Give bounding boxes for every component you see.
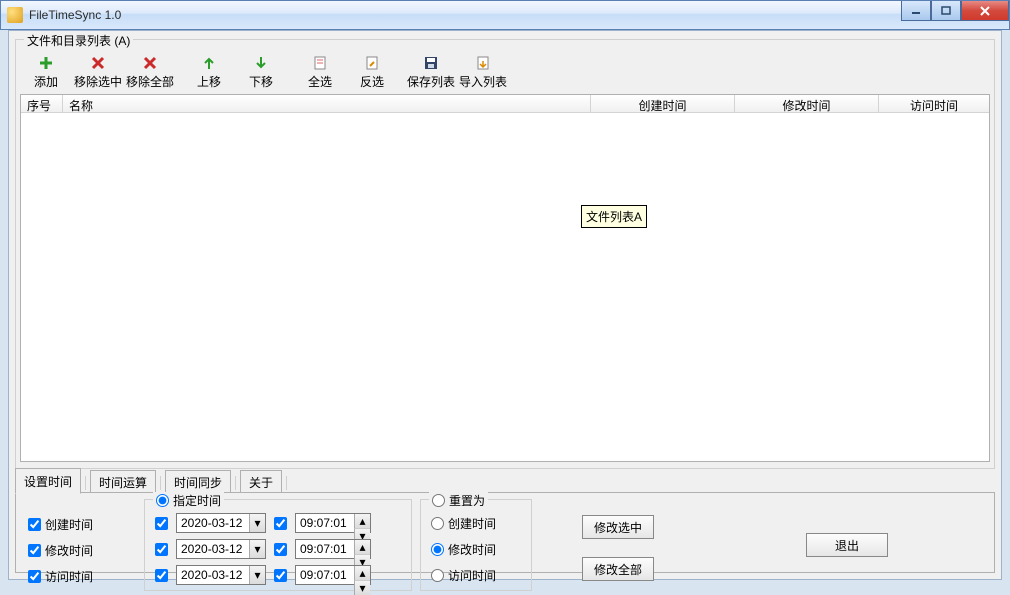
file-list-legend: 文件和目录列表 (A) <box>24 32 133 49</box>
remove-selected-button[interactable]: 移除选中 <box>72 55 124 90</box>
chevron-down-icon: ▾ <box>249 540 265 558</box>
chk-date-2[interactable] <box>155 543 168 556</box>
app-icon <box>7 7 23 23</box>
file-list-group: 文件和目录列表 (A) 添加 移除选中 移除全部 上移 下移 <box>15 39 995 469</box>
chk-time-3[interactable] <box>274 569 287 582</box>
tab-time-calc[interactable]: 时间运算 <box>90 470 156 493</box>
tab-time-sync[interactable]: 时间同步 <box>165 470 231 493</box>
floppy-icon <box>423 55 439 71</box>
page-icon <box>312 55 328 71</box>
spin-up-icon[interactable]: ▴ <box>354 514 370 529</box>
tab-panel: 创建时间 修改时间 访问时间 指定时间 2020-03-12▾ 09:07:01… <box>15 492 995 573</box>
chk-atime[interactable]: 访问时间 <box>28 568 93 585</box>
col-mtime[interactable]: 修改时间 <box>735 95 879 112</box>
chk-mtime[interactable]: 修改时间 <box>28 542 93 559</box>
table-header: 序号 名称 创建时间 修改时间 访问时间 <box>21 95 989 113</box>
radio-reset[interactable]: 重置为 <box>432 492 485 509</box>
maximize-button[interactable] <box>931 1 961 21</box>
page-import-icon <box>475 55 491 71</box>
spin-down-icon[interactable]: ▾ <box>354 581 370 595</box>
move-down-button[interactable]: 下移 <box>235 55 287 90</box>
minimize-button[interactable] <box>901 1 931 21</box>
arrow-down-icon <box>253 55 269 71</box>
add-button[interactable]: 添加 <box>20 55 72 90</box>
select-all-button[interactable]: 全选 <box>294 55 346 90</box>
import-list-button[interactable]: 导入列表 <box>457 55 509 90</box>
tooltip: 文件列表A <box>581 205 647 228</box>
move-up-button[interactable]: 上移 <box>183 55 235 90</box>
radio-atime[interactable]: 访问时间 <box>431 567 496 584</box>
modify-selected-button[interactable]: 修改选中 <box>582 515 654 539</box>
chk-date-3[interactable] <box>155 569 168 582</box>
chk-ctime[interactable]: 创建时间 <box>28 516 93 533</box>
modify-all-button[interactable]: 修改全部 <box>582 557 654 581</box>
time-spin-1[interactable]: 09:07:01▴▾ <box>295 513 371 533</box>
time-spin-3[interactable]: 09:07:01▴▾ <box>295 565 371 585</box>
window-title: FileTimeSync 1.0 <box>29 8 121 22</box>
page-arrow-icon <box>364 55 380 71</box>
exit-button[interactable]: 退出 <box>806 533 888 557</box>
tab-set-time[interactable]: 设置时间 <box>15 468 81 494</box>
arrow-up-icon <box>201 55 217 71</box>
spin-up-icon[interactable]: ▴ <box>354 540 370 555</box>
tab-about[interactable]: 关于 <box>240 470 282 493</box>
date-combo-2[interactable]: 2020-03-12▾ <box>176 539 266 559</box>
col-ctime[interactable]: 创建时间 <box>591 95 735 112</box>
col-atime[interactable]: 访问时间 <box>879 95 989 112</box>
x-red-icon <box>142 55 158 71</box>
date-combo-3[interactable]: 2020-03-12▾ <box>176 565 266 585</box>
tab-bar: 设置时间 时间运算 时间同步 关于 <box>15 473 995 493</box>
invert-button[interactable]: 反选 <box>346 55 398 90</box>
chk-time-2[interactable] <box>274 543 287 556</box>
file-table[interactable]: 序号 名称 创建时间 修改时间 访问时间 文件列表A <box>20 94 990 462</box>
chevron-down-icon: ▾ <box>249 514 265 532</box>
close-button[interactable] <box>961 1 1009 21</box>
date-combo-1[interactable]: 2020-03-12▾ <box>176 513 266 533</box>
chk-time-1[interactable] <box>274 517 287 530</box>
chevron-down-icon: ▾ <box>249 566 265 584</box>
client-area: 文件和目录列表 (A) 添加 移除选中 移除全部 上移 下移 <box>8 30 1002 580</box>
table-body[interactable]: 文件列表A <box>21 113 989 461</box>
plus-green-icon <box>38 55 54 71</box>
spin-up-icon[interactable]: ▴ <box>354 566 370 581</box>
radio-specified-time[interactable]: 指定时间 <box>156 492 221 509</box>
radio-ctime[interactable]: 创建时间 <box>431 515 496 532</box>
remove-all-button[interactable]: 移除全部 <box>124 55 176 90</box>
time-spin-2[interactable]: 09:07:01▴▾ <box>295 539 371 559</box>
col-name[interactable]: 名称 <box>63 95 591 112</box>
col-index[interactable]: 序号 <box>21 95 63 112</box>
title-bar: FileTimeSync 1.0 <box>0 0 1010 30</box>
toolbar: 添加 移除选中 移除全部 上移 下移 全选 <box>20 50 990 90</box>
fieldset-reset: 重置为 创建时间 修改时间 访问时间 <box>420 499 532 591</box>
fieldset-specified-time: 指定时间 2020-03-12▾ 09:07:01▴▾ 2020-03-12▾ … <box>144 499 412 591</box>
chk-date-1[interactable] <box>155 517 168 530</box>
save-list-button[interactable]: 保存列表 <box>405 55 457 90</box>
x-red-icon <box>90 55 106 71</box>
radio-mtime[interactable]: 修改时间 <box>431 541 496 558</box>
